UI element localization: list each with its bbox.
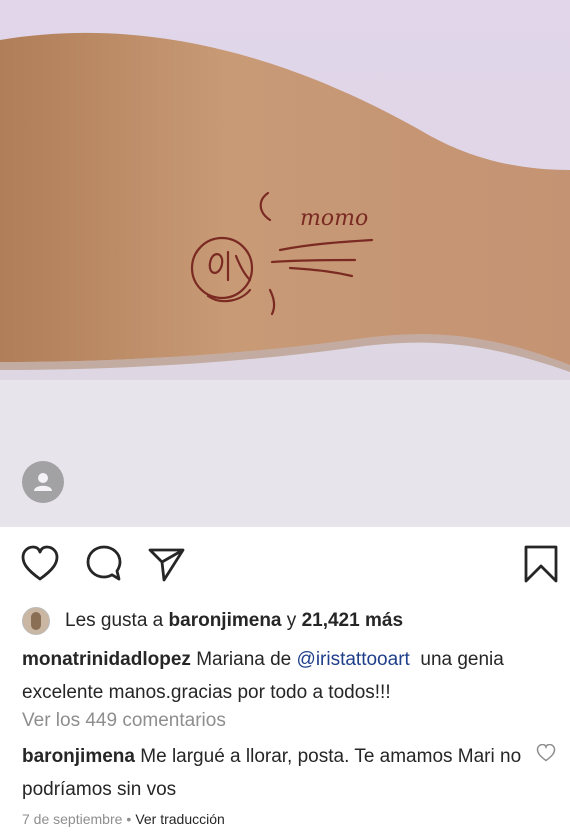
liker-username[interactable]: baronjimena [169, 610, 282, 632]
likes-summary: Les gusta a baronjimena y 21,421 más [22, 606, 403, 636]
comment-username[interactable]: baronjimena [22, 746, 135, 767]
liker-avatar[interactable] [22, 607, 50, 635]
likes-prefix: Les gusta a [65, 610, 164, 631]
likes-connector: y [286, 610, 297, 631]
post-date: 7 de septiembre [22, 811, 123, 827]
user-tag-icon[interactable] [22, 461, 64, 503]
caption-mention[interactable]: @iristattooart [297, 649, 410, 670]
likes-suffix[interactable]: más [365, 610, 403, 632]
tattoo-text: momo [300, 206, 368, 231]
caption-username[interactable]: monatrinidadlopez [22, 649, 191, 670]
tattoo-photo: momo [0, 0, 570, 527]
heart-icon[interactable] [20, 544, 60, 584]
post-caption: monatrinidadlopez Mariana de @iristattoo… [22, 643, 552, 709]
likes-count[interactable]: 21,421 [302, 610, 360, 632]
translate-link[interactable]: Ver traducción [135, 811, 225, 827]
heart-icon[interactable] [536, 743, 556, 762]
view-comments-link[interactable]: Ver los 449 comentarios [22, 710, 226, 732]
comment-icon[interactable] [84, 544, 124, 584]
bookmark-icon[interactable] [521, 544, 561, 584]
post-image[interactable]: momo [0, 0, 570, 527]
post-meta: 7 de septiembre • Ver traducción [22, 811, 229, 827]
meta-separator: • [126, 811, 132, 827]
caption-text-before: Mariana de [196, 649, 292, 670]
action-bar [0, 527, 570, 599]
send-icon[interactable] [146, 544, 186, 584]
comment-item: baronjimena Me largué a llorar, posta. T… [22, 740, 522, 806]
